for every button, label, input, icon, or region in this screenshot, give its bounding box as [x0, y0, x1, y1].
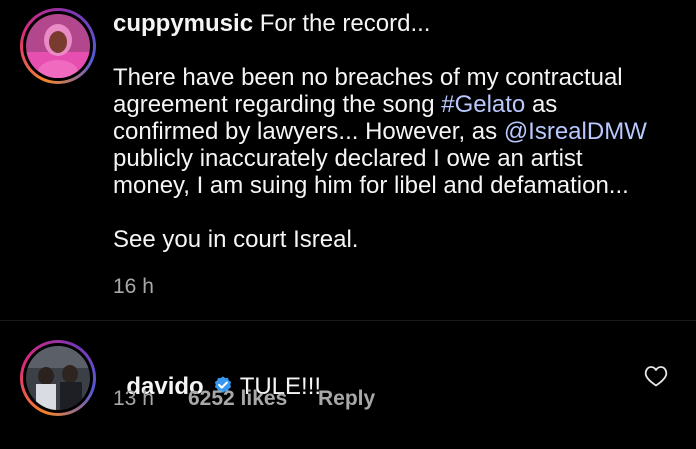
caption-line: There have been no breaches of my contra… — [113, 64, 623, 91]
reply-button[interactable]: Reply — [318, 387, 375, 411]
caption-text: confirmed by lawyers... However, as — [113, 118, 504, 145]
caption-line: agreement regarding the song #Gelato as — [113, 91, 673, 118]
post-caption: cuppymusic For the record... There have … — [113, 10, 673, 253]
caption-intro: For the record... — [253, 10, 431, 37]
section-divider — [0, 320, 696, 321]
avatar-illustration — [26, 14, 90, 78]
caption-line: See you in court Isreal. — [113, 226, 359, 253]
caption-line: publicly inaccurately declared I owe an … — [113, 145, 583, 172]
davido-avatar-image — [26, 346, 90, 410]
post-username[interactable]: cuppymusic — [113, 10, 253, 37]
avatar-gap — [23, 11, 93, 81]
post-author-avatar[interactable] — [20, 8, 96, 84]
comment-author-avatar[interactable] — [20, 340, 96, 416]
caption-line: confirmed by lawyers... However, as @Isr… — [113, 118, 673, 145]
avatar-illustration — [26, 346, 90, 410]
heart-outline-icon[interactable] — [644, 365, 668, 392]
avatar-gap — [23, 343, 93, 413]
post-timestamp: 16 h — [113, 275, 154, 298]
caption-line: money, I am suing him for libel and defa… — [113, 172, 629, 199]
comment-timestamp: 13 h — [113, 387, 154, 410]
caption-first-line: cuppymusic For the record... — [113, 10, 673, 37]
hashtag-gelato[interactable]: #Gelato — [441, 91, 525, 118]
caption-text: as — [525, 91, 558, 118]
cuppymusic-avatar-image — [26, 14, 90, 78]
caption-text: agreement regarding the song — [113, 91, 442, 118]
mention-isrealdmw[interactable]: @IsrealDMW — [504, 118, 647, 145]
comment-likes-count[interactable]: 6252 likes — [188, 387, 287, 411]
